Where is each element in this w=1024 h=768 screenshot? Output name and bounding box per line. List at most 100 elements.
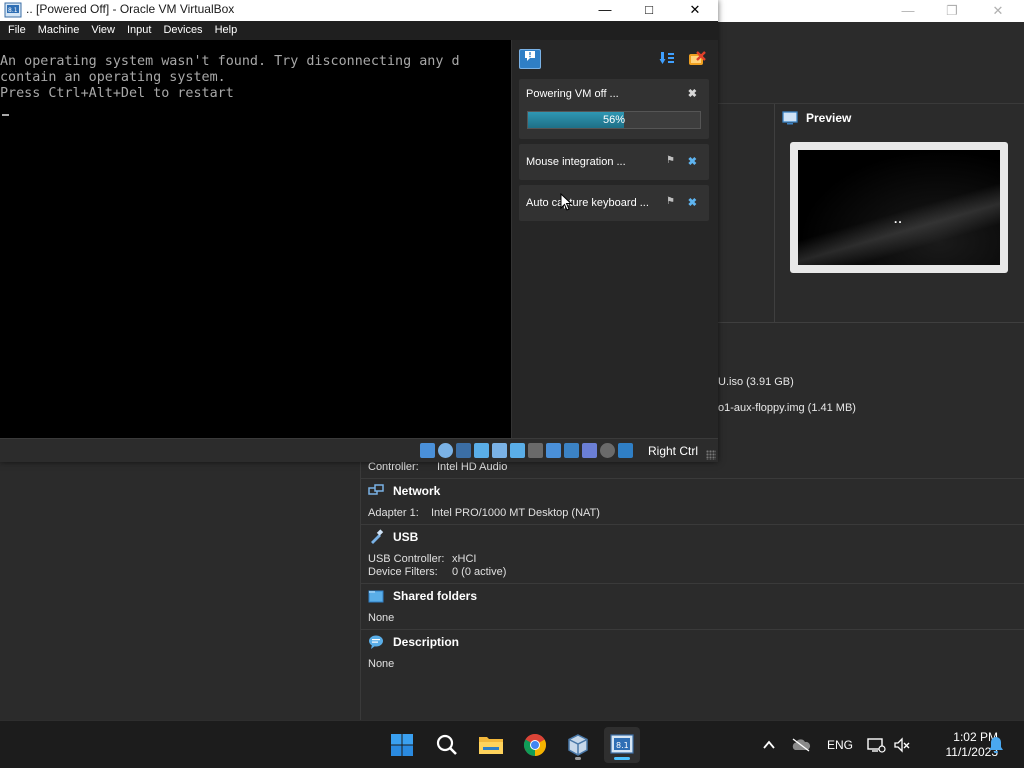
close-button[interactable]: ✕ xyxy=(672,0,718,21)
vm-display[interactable]: An operating system wasn't found. Try di… xyxy=(0,40,511,438)
mouse-integration-notification: Mouse integration ... ⚑ ✖ xyxy=(519,144,709,180)
menu-view[interactable]: View xyxy=(85,21,121,40)
display-icon[interactable] xyxy=(546,443,561,458)
divider xyxy=(361,583,1024,584)
usb-icon[interactable] xyxy=(510,443,525,458)
clear-all-icon[interactable] xyxy=(687,50,707,68)
preview-screen: .. xyxy=(798,150,1000,265)
vm-window-button[interactable]: 8.1 xyxy=(604,727,640,763)
notification-toggle-button[interactable] xyxy=(519,49,541,69)
keyboard-capture-icon[interactable] xyxy=(618,443,633,458)
description-title: Description xyxy=(393,635,460,649)
monitor-icon xyxy=(782,111,798,125)
description-header[interactable]: Description xyxy=(368,634,459,650)
clock-time: 1:02 PM xyxy=(953,730,998,744)
minimize-button[interactable]: — xyxy=(896,2,920,20)
auto-capture-keyboard-label: Auto capture keyboard ... xyxy=(526,197,649,209)
dismiss-button[interactable]: ✖ xyxy=(688,87,697,100)
network-tray[interactable] xyxy=(866,721,886,768)
mouse-integration-icon[interactable] xyxy=(600,443,615,458)
powering-off-label: Powering VM off ... xyxy=(526,88,619,100)
search-icon xyxy=(436,734,457,755)
console-line: An operating system wasn't found. Try di… xyxy=(0,54,460,69)
audio-controller-value: Intel HD Audio xyxy=(437,461,508,473)
close-button[interactable]: ✕ xyxy=(986,2,1010,20)
usb-header[interactable]: USB xyxy=(368,529,418,545)
divider xyxy=(718,322,1024,323)
notification-icon xyxy=(525,51,535,61)
vm-list-pane xyxy=(0,462,361,720)
manager-toolbar xyxy=(718,22,1024,104)
volume-tray[interactable] xyxy=(893,721,911,768)
optical-drive-icon[interactable] xyxy=(438,443,453,458)
menu-input[interactable]: Input xyxy=(121,21,157,40)
start-button[interactable] xyxy=(384,727,420,763)
virtualbox-manager-button[interactable] xyxy=(560,727,596,763)
network-title: Network xyxy=(393,484,441,498)
show-hidden-icons-button[interactable] xyxy=(762,721,776,768)
maximize-button[interactable]: □ xyxy=(626,0,672,21)
running-indicator xyxy=(575,757,581,760)
manager-detail-strip xyxy=(718,104,774,324)
shared-folders-icon[interactable] xyxy=(528,443,543,458)
volume-muted-icon xyxy=(894,737,910,753)
floppy-icon[interactable] xyxy=(456,443,471,458)
minimize-button[interactable]: — xyxy=(582,0,628,21)
host-key-label[interactable]: Right Ctrl xyxy=(648,444,698,458)
dismiss-button[interactable]: ✖ xyxy=(688,196,697,209)
notification-center: Powering VM off ... ✖ 56% Mouse integrat… xyxy=(511,40,718,438)
restore-button[interactable]: ❐ xyxy=(940,2,964,20)
clock[interactable]: 1:02 PM 11/1/2023 xyxy=(918,730,999,760)
audio-icon[interactable] xyxy=(474,443,489,458)
menu-file[interactable]: File xyxy=(2,21,32,40)
vm-titlebar[interactable]: 8.1 .. [Powered Off] - Oracle VM Virtual… xyxy=(0,0,718,21)
sort-icon[interactable] xyxy=(658,50,676,68)
resize-grip[interactable] xyxy=(706,450,716,460)
storage-iso: U.iso (3.91 GB) xyxy=(718,376,794,388)
usb-controller-row: USB Controller: xHCI xyxy=(368,553,476,565)
usb-controller-value: xHCI xyxy=(452,553,477,565)
vm-window-title: .. [Powered Off] - Oracle VM VirtualBox xyxy=(26,2,235,16)
menu-devices[interactable]: Devices xyxy=(157,21,208,40)
preview-header[interactable]: Preview xyxy=(782,110,851,126)
vm-status-bar: Right Ctrl xyxy=(0,438,718,462)
cpu-icon[interactable] xyxy=(582,443,597,458)
network-header[interactable]: Network xyxy=(368,483,440,499)
active-indicator xyxy=(614,757,630,760)
network-icon[interactable] xyxy=(492,443,507,458)
network-icon xyxy=(368,484,384,495)
folder-icon xyxy=(368,590,384,603)
menu-machine[interactable]: Machine xyxy=(32,21,86,40)
file-explorer-button[interactable] xyxy=(473,727,509,763)
chrome-icon xyxy=(524,734,546,756)
virtualbox-app-icon: 8.1 xyxy=(4,2,22,18)
search-button[interactable] xyxy=(429,727,465,763)
do-not-show-again-icon[interactable]: ⚑ xyxy=(666,155,675,166)
storage-floppy: o1-aux-floppy.img (1.41 MB) xyxy=(718,402,856,414)
audio-controller-row: Controller: Intel HD Audio xyxy=(368,461,507,473)
menu-help[interactable]: Help xyxy=(209,21,244,40)
network-adapter-key: Adapter 1: xyxy=(368,507,419,519)
hard-disk-icon[interactable] xyxy=(420,443,435,458)
recording-icon[interactable] xyxy=(564,443,579,458)
dismiss-button[interactable]: ✖ xyxy=(688,155,697,168)
file-explorer-icon xyxy=(479,737,503,754)
status-icons xyxy=(420,443,633,458)
shared-folders-title: Shared folders xyxy=(393,589,478,603)
usb-filters-value: 0 (0 active) xyxy=(452,566,507,578)
language-indicator[interactable]: ENG xyxy=(827,721,853,768)
preview-title: Preview xyxy=(806,111,852,125)
notifications-button[interactable] xyxy=(988,721,1004,768)
notification-toolbar xyxy=(512,40,719,76)
description-value: None xyxy=(368,658,395,670)
shared-folders-header[interactable]: Shared folders xyxy=(368,588,477,604)
windows-start-icon xyxy=(391,734,413,756)
virtualbox-icon xyxy=(568,734,588,756)
onedrive-tray[interactable] xyxy=(791,721,811,768)
text-cursor xyxy=(2,114,9,116)
do-not-show-again-icon[interactable]: ⚑ xyxy=(666,196,675,207)
usb-icon xyxy=(371,529,384,544)
chevron-up-icon xyxy=(763,740,775,749)
chrome-button[interactable] xyxy=(517,727,553,763)
console-line: contain an operating system. xyxy=(0,70,226,85)
